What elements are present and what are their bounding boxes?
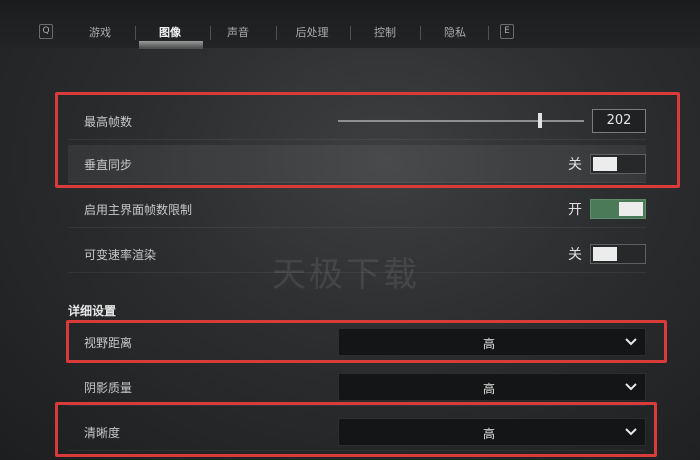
toggle-state-label: 开 [568, 202, 582, 218]
toggle-state-label: 关 [568, 247, 582, 263]
tab-bar: Q 游戏 图像 声音 后处理 控制 隐私 E [0, 0, 700, 49]
tab-divider [276, 26, 277, 40]
toggle-knob [619, 202, 643, 216]
chevron-down-icon [625, 383, 637, 391]
key-hint-q[interactable]: Q [39, 24, 53, 39]
vrs-toggle[interactable] [590, 244, 646, 264]
setting-label: 启用主界面帧数限制 [84, 203, 193, 217]
tab-game[interactable]: 游戏 [75, 25, 125, 41]
shadow-quality-select[interactable]: 高 [338, 373, 646, 401]
tab-divider [210, 26, 211, 40]
highlight-box-clarity [55, 402, 657, 457]
watermark-text: 天极下载 [272, 255, 420, 295]
tab-graphics[interactable]: 图像 [145, 25, 195, 41]
key-hint-e[interactable]: E [500, 24, 514, 39]
setting-label: 可变速率渲染 [84, 248, 157, 262]
tab-divider [135, 26, 136, 40]
select-value: 高 [482, 382, 495, 396]
section-title: 详细设置 [68, 304, 117, 318]
tab-divider [488, 26, 489, 40]
highlight-box-view-distance [66, 320, 667, 363]
setting-row-shadow-quality: 阴影质量 高 [68, 368, 646, 406]
setting-label: 阴影质量 [84, 381, 133, 395]
active-tab-indicator [139, 41, 203, 49]
toggle-knob [593, 247, 617, 261]
setting-row-menu-fps-limit: 启用主界面帧数限制 开 [68, 190, 646, 228]
tab-sound[interactable]: 声音 [213, 25, 263, 41]
tab-divider [420, 26, 421, 40]
highlight-box-frame-settings [55, 92, 680, 188]
tab-post-processing[interactable]: 后处理 [284, 25, 340, 41]
menu-fps-limit-toggle[interactable] [590, 199, 646, 219]
tab-privacy[interactable]: 隐私 [430, 25, 480, 41]
tab-controls[interactable]: 控制 [360, 25, 410, 41]
tab-divider [350, 26, 351, 40]
